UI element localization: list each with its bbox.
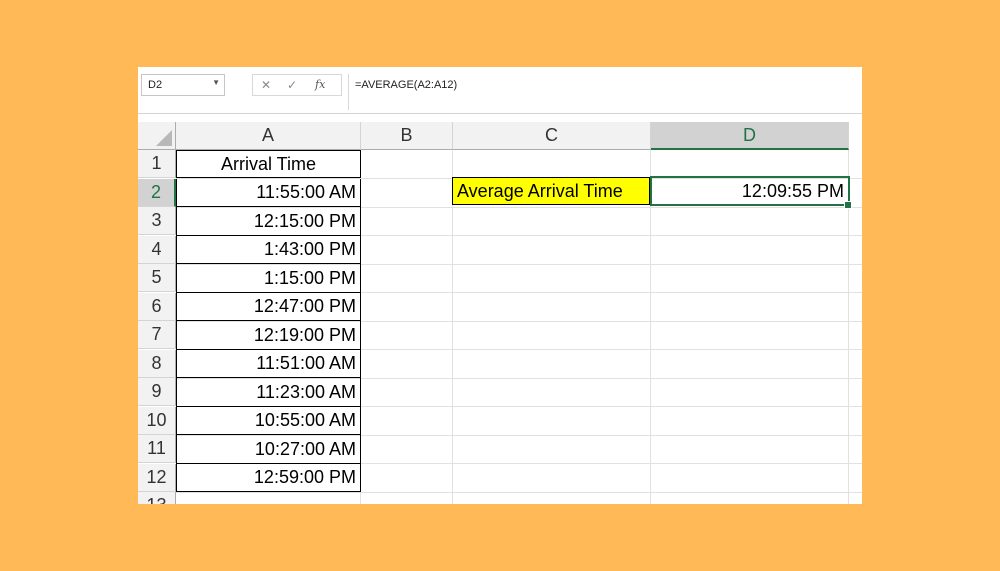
select-all-button[interactable] <box>138 122 176 150</box>
spreadsheet-window: D2 ▼ ✕ ✓ fx =AVERAGE(A2:A12) A B C D Arr… <box>138 67 862 504</box>
formula-bar: D2 ▼ ✕ ✓ fx =AVERAGE(A2:A12) <box>138 67 862 114</box>
row-header-1[interactable]: 1 <box>138 150 176 178</box>
row-header-10[interactable]: 10 <box>138 407 176 435</box>
cell-a1[interactable]: Arrival Time <box>176 150 361 178</box>
cell-a11[interactable]: 10:27:00 AM <box>176 435 361 464</box>
row-header-11[interactable]: 11 <box>138 435 176 463</box>
enter-icon[interactable]: ✓ <box>287 78 297 92</box>
row-header-3[interactable]: 3 <box>138 207 176 235</box>
cell-a6[interactable]: 12:47:00 PM <box>176 293 361 321</box>
insert-function-icon[interactable]: fx <box>315 78 325 91</box>
row-header-9[interactable]: 9 <box>138 378 176 406</box>
column-header-b[interactable]: B <box>361 122 453 150</box>
cell-a2[interactable]: 11:55:00 AM <box>176 179 361 207</box>
cancel-icon[interactable]: ✕ <box>261 78 271 92</box>
row-header-7[interactable]: 7 <box>138 321 176 349</box>
column-header-a[interactable]: A <box>176 122 361 150</box>
formula-buttons: ✕ ✓ fx <box>252 74 342 96</box>
row-header-5[interactable]: 5 <box>138 264 176 292</box>
column-header-d[interactable]: D <box>651 122 849 150</box>
cell-a4[interactable]: 1:43:00 PM <box>176 236 361 264</box>
column-header-c[interactable]: C <box>453 122 651 150</box>
cell-c2[interactable]: Average Arrival Time <box>452 177 650 205</box>
cell-a7[interactable]: 12:19:00 PM <box>176 321 361 350</box>
cell-a10[interactable]: 10:55:00 AM <box>176 407 361 435</box>
cell-d2[interactable]: 12:09:55 PM <box>650 176 850 206</box>
formula-input[interactable]: =AVERAGE(A2:A12) <box>348 74 862 110</box>
row-header-13[interactable]: 13 <box>138 492 176 504</box>
chevron-down-icon[interactable]: ▼ <box>212 78 220 87</box>
fill-handle[interactable] <box>844 201 852 209</box>
cell-a12[interactable]: 12:59:00 PM <box>176 464 361 492</box>
name-box[interactable]: D2 ▼ <box>141 74 225 96</box>
formula-text: =AVERAGE(A2:A12) <box>355 79 458 91</box>
row-header-4[interactable]: 4 <box>138 236 176 264</box>
cell-a3[interactable]: 12:15:00 PM <box>176 207 361 236</box>
cell-a5[interactable]: 1:15:00 PM <box>176 264 361 293</box>
row-header-6[interactable]: 6 <box>138 293 176 321</box>
name-box-value: D2 <box>148 79 163 91</box>
cell-a8[interactable]: 11:51:00 AM <box>176 350 361 378</box>
cell-a9[interactable]: 11:23:00 AM <box>176 378 361 407</box>
row-header-12[interactable]: 12 <box>138 464 176 492</box>
row-header-2[interactable]: 2 <box>138 179 176 207</box>
select-all-icon <box>156 130 172 146</box>
row-header-8[interactable]: 8 <box>138 350 176 378</box>
gridline <box>176 492 862 493</box>
